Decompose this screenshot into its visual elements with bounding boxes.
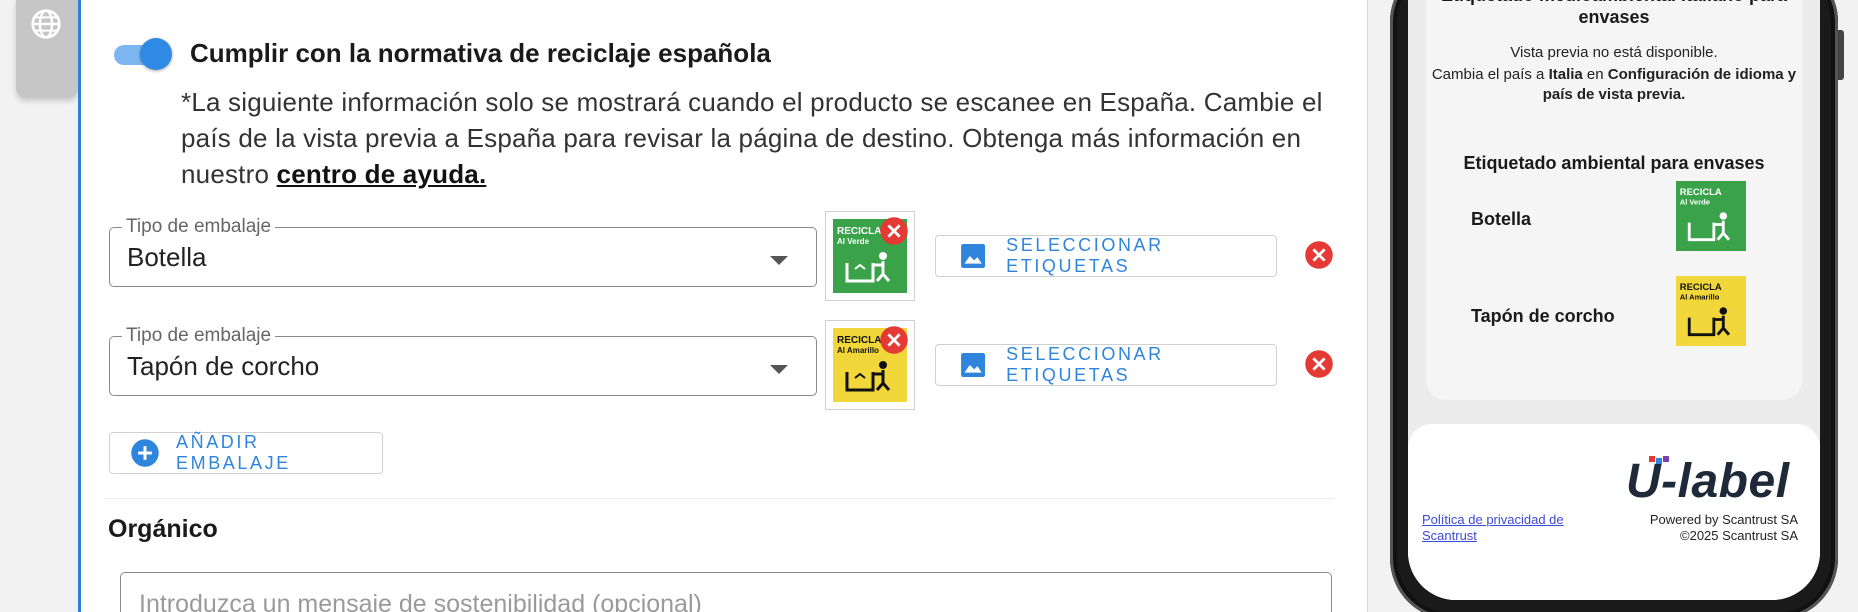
sustainability-message-input[interactable] [120,572,1332,612]
label-line1: RECICLA [1680,282,1722,293]
language-rail[interactable] [16,0,78,98]
remove-packaging-icon[interactable] [1304,349,1334,379]
privacy-policy-link[interactable]: Política de privacidad de Scantrust [1422,512,1592,544]
mobile-preview: Etiquetado medioambiental italiano para … [1368,0,1858,612]
label-thumbnail: RECICLA Al Amarillo [825,320,915,410]
packaging-type-value: Botella [127,242,207,272]
packaging-row: Tipo de embalaje Tapón de corcho RECICLA… [109,320,1339,412]
label-line1: RECICLA [1680,187,1722,198]
add-circle-icon [131,439,159,467]
image-icon [961,244,986,268]
label-thumbnail: RECICLA Al Verde [825,211,915,301]
powered-line1: Powered by Scantrust SA [1649,512,1798,527]
recycle-yellow-label-image: RECICLA Al Amarillo [1676,276,1746,346]
organic-section-title: Orgánico [108,515,218,543]
image-icon [961,353,986,377]
packaging-type-value: Tapón de corcho [127,351,320,381]
packaging-type-select[interactable]: Tipo de embalaje Botella [109,216,817,287]
select-labels-label: SELECCIONAR ETIQUETAS [1006,235,1164,276]
powered-line2: ©2025 Scantrust SA [1680,528,1798,543]
toggle-label: Cumplir con la normativa de reciclaje es… [190,37,771,68]
packaging-type-legend: Tipo de embalaje [122,216,276,238]
preview-unavailable-text: Vista previa no está disponible. [1510,44,1718,61]
globe-icon[interactable] [30,8,62,40]
change-mid: en [1582,66,1608,83]
packaging-type-select[interactable]: Tipo de embalaje Tapón de corcho [109,325,817,396]
italian-labelling-title: Etiquetado medioambiental italiano para … [1441,0,1787,27]
dropdown-caret-icon [770,365,788,374]
powered-by-text: Powered by Scantrust SA ©2025 Scantrust … [1650,512,1798,544]
phone-screen[interactable]: Etiquetado medioambiental italiano para … [1408,0,1820,600]
label-line2: Al Verde [837,237,870,246]
spanish-compliance-row: Cumplir con la normativa de reciclaje es… [112,36,771,70]
spanish-compliance-toggle[interactable] [112,36,172,70]
phone-frame: Etiquetado medioambiental italiano para … [1390,0,1844,612]
phone-side-button [1838,30,1844,80]
select-labels-label: SELECCIONAR ETIQUETAS [1006,344,1164,385]
label-line2: Al Verde [1680,198,1710,207]
add-packaging-label: AÑADIR EMBALAJE [176,432,291,473]
preview-content-card: Etiquetado medioambiental italiano para … [1426,0,1802,400]
toggle-thumb [140,38,172,70]
remove-packaging-icon[interactable] [1304,240,1334,270]
section-divider [104,498,1334,499]
recycle-green-label-image: RECICLA Al Verde [1676,181,1746,251]
packaging-row: Tipo de embalaje Botella RECICLA Al Verd… [109,211,1339,303]
label-line2: Al Amarillo [1680,293,1720,302]
add-packaging-button[interactable]: AÑADIR EMBALAJE [109,432,383,474]
preview-packaging-name: Tapón de corcho [1471,306,1615,326]
remove-label-icon[interactable] [879,216,909,246]
label-line1: RECICLA [837,335,881,346]
preview-packaging-name: Botella [1471,209,1532,229]
select-labels-button[interactable]: SELECCIONAR ETIQUETAS [935,235,1277,277]
environmental-labelling-title: Etiquetado ambiental para envases [1463,153,1765,173]
label-line1: RECICLA [837,226,881,237]
dropdown-caret-icon [770,256,788,265]
change-prefix: Cambia el país a [1431,66,1549,83]
label-line2: Al Amarillo [837,346,879,355]
help-center-link[interactable]: centro de ayuda. [277,159,487,189]
logo-accent-icon [1649,456,1669,464]
select-labels-button[interactable]: SELECCIONAR ETIQUETAS [935,344,1277,386]
packaging-type-legend: Tipo de embalaje [122,325,276,347]
preview-footer: U-label Política de privacidad de Scantr… [1408,424,1820,600]
change-country: Italia [1548,66,1583,83]
spain-info-text: *La siguiente información solo se mostra… [181,84,1341,192]
remove-label-icon[interactable] [879,325,909,355]
change-country-text: Cambia el país a Italia en Configuración… [1426,65,1802,105]
